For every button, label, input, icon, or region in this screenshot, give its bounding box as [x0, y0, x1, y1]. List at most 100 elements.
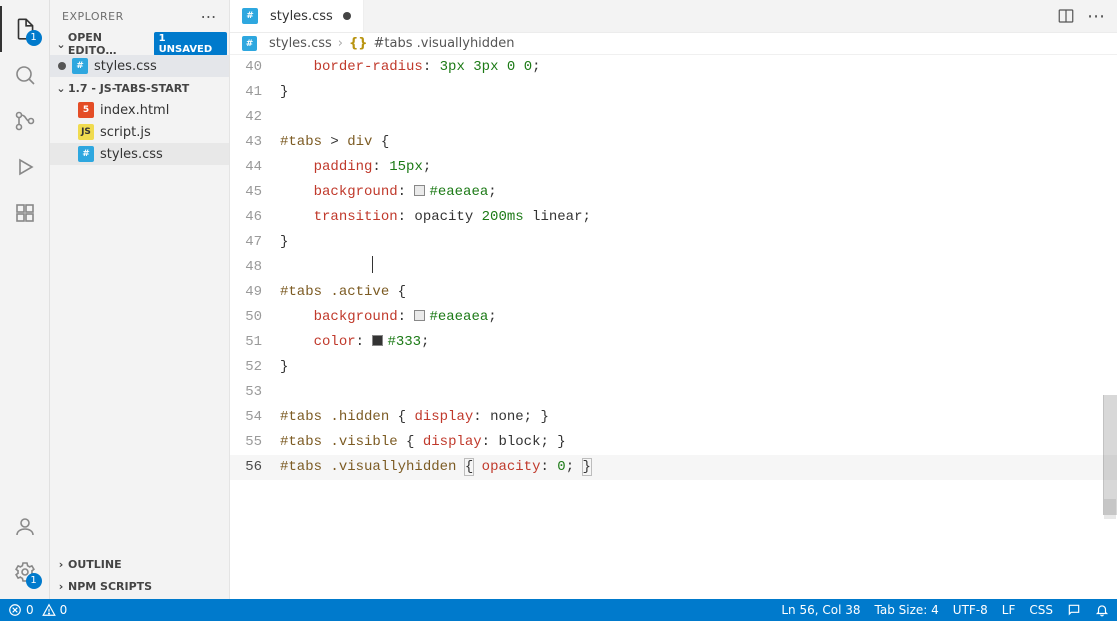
- outline-section[interactable]: › OUTLINE: [50, 553, 229, 575]
- sidebar: EXPLORER ⋯ ⌄ OPEN EDITO… 1 UNSAVED # sty…: [50, 0, 230, 599]
- breadcrumb-symbol[interactable]: #tabs .visuallyhidden: [374, 36, 515, 51]
- file-item-styles[interactable]: # styles.css: [50, 143, 229, 165]
- line-number: 55: [230, 430, 280, 455]
- line-content[interactable]: #tabs .active {: [280, 280, 1117, 305]
- line-content[interactable]: #tabs .visible { display: block; }: [280, 430, 1117, 455]
- npm-label: NPM SCRIPTS: [68, 580, 152, 593]
- extensions-icon[interactable]: [0, 190, 50, 236]
- line-number: 40: [230, 55, 280, 80]
- line-content[interactable]: [280, 255, 1117, 280]
- explorer-badge: 1: [26, 30, 42, 46]
- open-editor-label: styles.css: [94, 59, 157, 74]
- npm-scripts-section[interactable]: › NPM SCRIPTS: [50, 575, 229, 597]
- editor-more-icon[interactable]: ⋯: [1087, 6, 1105, 27]
- code-line[interactable]: 52}: [230, 355, 1117, 380]
- code-line[interactable]: 54#tabs .hidden { display: none; }: [230, 405, 1117, 430]
- code-line[interactable]: 42: [230, 105, 1117, 130]
- status-tabsize[interactable]: Tab Size: 4: [875, 603, 939, 617]
- line-content[interactable]: color: #333;: [280, 330, 1117, 355]
- code-line[interactable]: 51 color: #333;: [230, 330, 1117, 355]
- line-content[interactable]: }: [280, 230, 1117, 255]
- line-number: 52: [230, 355, 280, 380]
- run-debug-icon[interactable]: [0, 144, 50, 190]
- scrollbar-pos[interactable]: [1104, 499, 1116, 519]
- open-editors-section[interactable]: ⌄ OPEN EDITO… 1 UNSAVED: [50, 33, 229, 55]
- code-line[interactable]: 44 padding: 15px;: [230, 155, 1117, 180]
- code-line[interactable]: 47}: [230, 230, 1117, 255]
- line-number: 51: [230, 330, 280, 355]
- feedback-icon[interactable]: [1067, 603, 1081, 617]
- line-number: 44: [230, 155, 280, 180]
- status-errors[interactable]: 0: [8, 603, 34, 617]
- file-label: index.html: [100, 103, 169, 118]
- line-content[interactable]: }: [280, 355, 1117, 380]
- line-content[interactable]: border-radius: 3px 3px 0 0;: [280, 55, 1117, 80]
- notifications-icon[interactable]: [1095, 603, 1109, 617]
- line-content[interactable]: #tabs > div {: [280, 130, 1117, 155]
- chevron-right-icon: ›: [54, 580, 68, 593]
- line-content[interactable]: transition: opacity 200ms linear;: [280, 205, 1117, 230]
- editor-tab[interactable]: # styles.css: [230, 0, 364, 32]
- status-language[interactable]: CSS: [1029, 603, 1053, 617]
- line-content[interactable]: background: #eaeaea;: [280, 180, 1117, 205]
- sidebar-title: EXPLORER: [62, 10, 201, 23]
- split-editor-icon[interactable]: [1057, 7, 1075, 25]
- code-line[interactable]: 40 border-radius: 3px 3px 0 0;: [230, 55, 1117, 80]
- code-editor[interactable]: 40 border-radius: 3px 3px 0 0;41}4243#ta…: [230, 55, 1117, 599]
- status-warnings[interactable]: 0: [42, 603, 68, 617]
- line-number: 45: [230, 180, 280, 205]
- modified-dot-icon: [343, 12, 351, 20]
- line-number: 47: [230, 230, 280, 255]
- chevron-down-icon: ⌄: [54, 82, 68, 95]
- status-warnings-count: 0: [60, 603, 68, 617]
- settings-icon[interactable]: 1: [0, 549, 50, 595]
- code-line[interactable]: 53: [230, 380, 1117, 405]
- file-item-index[interactable]: 5 index.html: [50, 99, 229, 121]
- line-number: 46: [230, 205, 280, 230]
- line-content[interactable]: #tabs .hidden { display: none; }: [280, 405, 1117, 430]
- modified-dot-icon: [58, 62, 66, 70]
- code-line[interactable]: 56#tabs .visuallyhidden { opacity: 0; }: [230, 455, 1117, 480]
- breadcrumb-file[interactable]: styles.css: [269, 36, 332, 51]
- code-line[interactable]: 49#tabs .active {: [230, 280, 1117, 305]
- js-file-icon: JS: [78, 124, 94, 140]
- open-editor-item[interactable]: # styles.css: [50, 55, 229, 77]
- html-file-icon: 5: [78, 102, 94, 118]
- folder-section[interactable]: ⌄ 1.7 - JS-TABS-START: [50, 77, 229, 99]
- status-eol[interactable]: LF: [1002, 603, 1016, 617]
- line-content[interactable]: }: [280, 80, 1117, 105]
- line-number: 43: [230, 130, 280, 155]
- line-number: 54: [230, 405, 280, 430]
- code-line[interactable]: 43#tabs > div {: [230, 130, 1117, 155]
- css-file-icon: #: [242, 8, 258, 24]
- chevron-down-icon: ⌄: [54, 38, 68, 51]
- line-content[interactable]: [280, 105, 1117, 130]
- account-icon[interactable]: [0, 503, 50, 549]
- code-line[interactable]: 45 background: #eaeaea;: [230, 180, 1117, 205]
- breadcrumbs[interactable]: # styles.css › {} #tabs .visuallyhidden: [230, 33, 1117, 55]
- selector-icon: {}: [349, 36, 368, 51]
- source-control-icon[interactable]: [0, 98, 50, 144]
- line-content[interactable]: [280, 380, 1117, 405]
- code-line[interactable]: 50 background: #eaeaea;: [230, 305, 1117, 330]
- scrollbar-thumb[interactable]: [1103, 395, 1117, 515]
- code-line[interactable]: 48: [230, 255, 1117, 280]
- status-encoding[interactable]: UTF-8: [953, 603, 988, 617]
- line-content[interactable]: #tabs .visuallyhidden { opacity: 0; }: [280, 455, 1117, 480]
- file-label: styles.css: [100, 147, 163, 162]
- code-line[interactable]: 46 transition: opacity 200ms linear;: [230, 205, 1117, 230]
- line-number: 41: [230, 80, 280, 105]
- sidebar-more-icon[interactable]: ⋯: [201, 7, 218, 26]
- line-content[interactable]: padding: 15px;: [280, 155, 1117, 180]
- file-item-script[interactable]: JS script.js: [50, 121, 229, 143]
- code-line[interactable]: 55#tabs .visible { display: block; }: [230, 430, 1117, 455]
- unsaved-badge: 1 UNSAVED: [154, 32, 227, 56]
- search-icon[interactable]: [0, 52, 50, 98]
- line-number: 56: [230, 455, 280, 480]
- status-position[interactable]: Ln 56, Col 38: [781, 603, 860, 617]
- line-number: 42: [230, 105, 280, 130]
- line-number: 50: [230, 305, 280, 330]
- explorer-icon[interactable]: 1: [0, 6, 50, 52]
- code-line[interactable]: 41}: [230, 80, 1117, 105]
- line-content[interactable]: background: #eaeaea;: [280, 305, 1117, 330]
